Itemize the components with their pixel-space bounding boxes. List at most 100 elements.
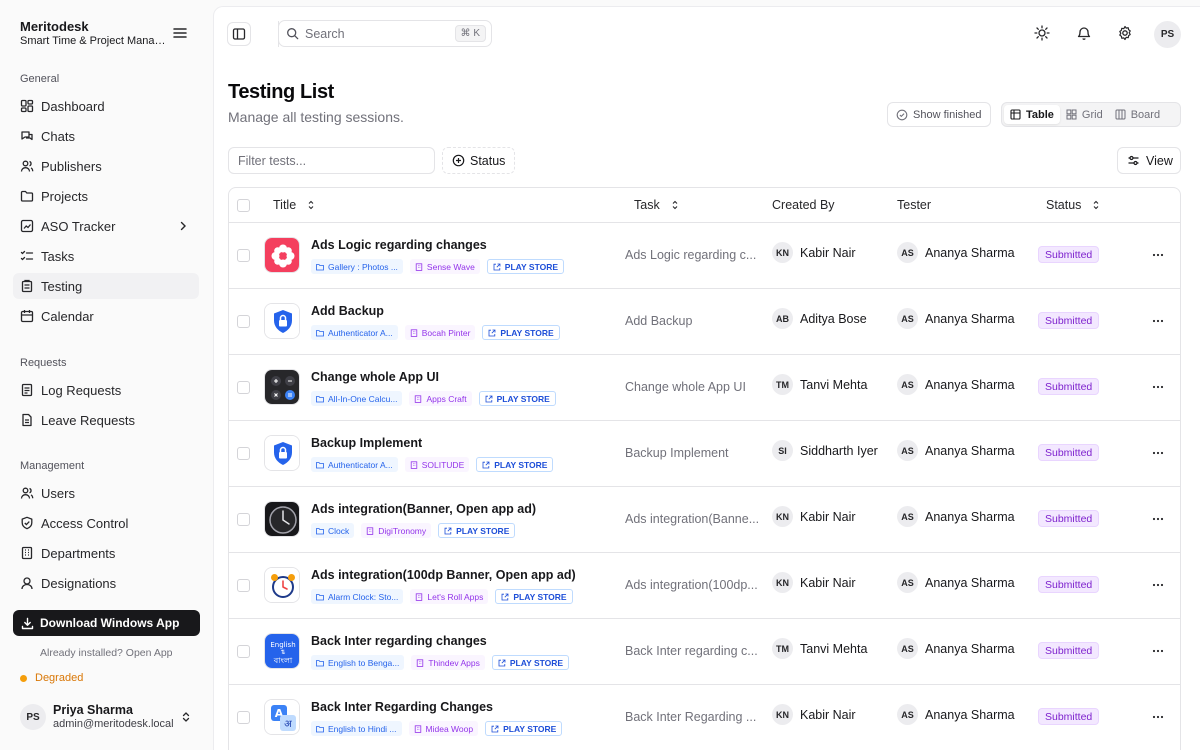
sidebar-item-tasks[interactable]: Tasks	[13, 243, 199, 269]
more-horizontal-icon[interactable]	[1151, 446, 1165, 460]
row-checkbox[interactable]	[237, 579, 250, 592]
open-app-link[interactable]: Already installed? Open App	[40, 647, 173, 659]
download-windows-app-button[interactable]: Download Windows App	[13, 610, 200, 636]
select-all-checkbox[interactable]	[237, 199, 250, 212]
publisher-chip[interactable]: Thindev Apps	[411, 655, 485, 670]
row-checkbox[interactable]	[237, 513, 250, 526]
publisher-chip[interactable]: Bocah Pinter	[404, 325, 476, 340]
sidebar-item-departments[interactable]: Departments	[13, 540, 199, 566]
row-title[interactable]: Ads integration(Banner, Open app ad)	[311, 502, 536, 516]
sidebar-item-aso-tracker[interactable]: ASO Tracker	[13, 213, 199, 239]
publisher-chip[interactable]: DigiTronomy	[361, 523, 432, 538]
creator-name: Kabir Nair	[800, 707, 856, 722]
store-chip[interactable]: PLAY STORE	[482, 325, 560, 340]
brand[interactable]: Meritodesk Smart Time & Project Manag...	[20, 19, 170, 48]
toggle-sidebar-button[interactable]	[227, 22, 251, 46]
table-row[interactable]: Ads integration(100dp Banner, Open app a…	[229, 553, 1180, 619]
column-task[interactable]: Task	[634, 198, 680, 212]
sidebar-item-leave-requests[interactable]: Leave Requests	[13, 407, 199, 433]
more-horizontal-icon[interactable]	[1151, 710, 1165, 724]
row-title[interactable]: Ads integration(100dp Banner, Open app a…	[311, 568, 576, 582]
row-title[interactable]: Change whole App UI	[311, 370, 439, 384]
grid-icon	[1066, 109, 1077, 120]
publisher-chip[interactable]: Sense Wave	[409, 259, 480, 274]
sidebar-item-designations[interactable]: Designations	[13, 570, 199, 596]
sidebar-item-publishers[interactable]: Publishers	[13, 153, 199, 179]
store-chip[interactable]: PLAY STORE	[486, 259, 565, 274]
sidebar-item-dashboard[interactable]: Dashboard	[13, 93, 199, 119]
row-checkbox[interactable]	[237, 249, 250, 262]
app-chip[interactable]: Authenticator A...	[311, 457, 398, 472]
more-horizontal-icon[interactable]	[1151, 380, 1165, 394]
app-chip[interactable]: All-In-One Calcu...	[311, 391, 403, 406]
sidebar-item-calendar[interactable]: Calendar	[13, 303, 199, 329]
section-label-requests: Requests	[20, 357, 67, 369]
filter-tests-input[interactable]	[228, 147, 435, 174]
app-chip[interactable]: Clock	[311, 523, 355, 538]
avatar: KN	[772, 572, 793, 593]
row-checkbox[interactable]	[237, 315, 250, 328]
sidebar-item-log-requests[interactable]: Log Requests	[13, 377, 199, 403]
show-finished-toggle[interactable]: Show finished	[887, 102, 991, 127]
view-board-tab[interactable]: Board	[1109, 105, 1166, 124]
more-horizontal-icon[interactable]	[1151, 578, 1165, 592]
bell-icon[interactable]	[1076, 25, 1092, 41]
sidebar-item-testing[interactable]: Testing	[13, 273, 199, 299]
row-checkbox[interactable]	[237, 645, 250, 658]
publisher-chip[interactable]: Apps Craft	[409, 391, 472, 406]
user-menu[interactable]: PS Priya Sharma admin@meritodesk.local	[20, 702, 195, 732]
store-chip[interactable]: PLAY STORE	[476, 457, 554, 472]
gear-icon[interactable]	[1117, 25, 1133, 41]
sidebar-item-projects[interactable]: Projects	[13, 183, 199, 209]
store-chip[interactable]: PLAY STORE	[478, 391, 556, 406]
table-row[interactable]: Ads integration(Banner, Open app ad) Clo…	[229, 487, 1180, 553]
avatar[interactable]: PS	[1154, 21, 1181, 48]
view-grid-tab[interactable]: Grid	[1060, 105, 1109, 124]
sidebar-item-users[interactable]: Users	[13, 480, 199, 506]
search-input[interactable]: Search ⌘ K	[278, 20, 492, 47]
column-status[interactable]: Status	[1046, 198, 1101, 212]
table-row[interactable]: Aअ Back Inter Regarding Changes English …	[229, 685, 1180, 750]
more-horizontal-icon[interactable]	[1151, 314, 1165, 328]
svg-text:English: English	[270, 641, 295, 649]
row-checkbox[interactable]	[237, 447, 250, 460]
view-options-label: View	[1146, 153, 1173, 168]
sidebar-item-access-control[interactable]: Access Control	[13, 510, 199, 536]
app-chip[interactable]: Authenticator A...	[311, 325, 398, 340]
row-title[interactable]: Backup Implement	[311, 436, 422, 450]
table-row[interactable]: Ads Logic regarding changes Gallery : Ph…	[229, 223, 1180, 289]
app-chip[interactable]: English to Hindi ...	[311, 721, 402, 736]
publisher-chip[interactable]: SOLITUDE	[404, 457, 470, 472]
status-filter-button[interactable]: Status	[442, 147, 515, 174]
more-horizontal-icon[interactable]	[1151, 512, 1165, 526]
publisher-chip[interactable]: Midea Woop	[408, 721, 479, 736]
row-title[interactable]: Back Inter Regarding Changes	[311, 700, 493, 714]
view-options-button[interactable]: View	[1117, 147, 1181, 174]
view-table-tab[interactable]: Table	[1004, 105, 1060, 124]
sun-icon[interactable]	[1034, 25, 1050, 41]
app-chip[interactable]: Gallery : Photos ...	[311, 259, 403, 274]
row-title[interactable]: Back Inter regarding changes	[311, 634, 487, 648]
table-row[interactable]: Change whole App UI All-In-One Calcu... …	[229, 355, 1180, 421]
row-title[interactable]: Ads Logic regarding changes	[311, 238, 487, 252]
store-chip[interactable]: PLAY STORE	[495, 589, 573, 604]
row-title[interactable]: Add Backup	[311, 304, 384, 318]
column-title[interactable]: Title	[273, 198, 316, 212]
store-chip[interactable]: PLAY STORE	[485, 721, 563, 736]
row-checkbox[interactable]	[237, 381, 250, 394]
sidebar-item-chats[interactable]: Chats	[13, 123, 199, 149]
store-chip[interactable]: PLAY STORE	[491, 655, 570, 670]
more-horizontal-icon[interactable]	[1151, 248, 1165, 262]
publisher-chip[interactable]: Let's Roll Apps	[410, 589, 489, 604]
more-horizontal-icon[interactable]	[1151, 644, 1165, 658]
table-row[interactable]: English ⇅ বাংলা Back Inter regarding chang…	[229, 619, 1180, 685]
table-row[interactable]: Backup Implement Authenticator A... SOLI…	[229, 421, 1180, 487]
app-chip[interactable]: English to Benga...	[311, 655, 405, 670]
app-chip[interactable]: Alarm Clock: Sto...	[311, 589, 404, 604]
table-row[interactable]: Add Backup Authenticator A... Bocah Pint…	[229, 289, 1180, 355]
menu-icon[interactable]	[172, 25, 188, 41]
store-chip[interactable]: PLAY STORE	[438, 523, 516, 538]
sliders-icon	[1128, 155, 1139, 166]
row-checkbox[interactable]	[237, 711, 250, 724]
row-tester: AS Ananya Sharma	[897, 308, 1015, 329]
